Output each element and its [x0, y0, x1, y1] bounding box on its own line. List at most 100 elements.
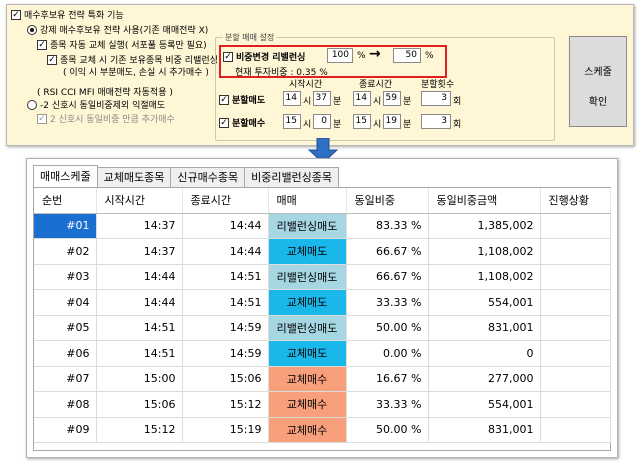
- trade-type-cell[interactable]: 리밸런싱매도: [268, 315, 347, 341]
- table-row[interactable]: #05 14:51 14:59 리밸런싱매도 50.00 % 831,001: [34, 315, 611, 341]
- progress-cell[interactable]: [540, 340, 611, 367]
- row-number-cell[interactable]: #02: [34, 238, 97, 265]
- weight-change-checkbox[interactable]: ✓: [223, 51, 233, 62]
- end-time-cell[interactable]: 15:06: [182, 366, 269, 392]
- trade-type-cell[interactable]: 교체매도: [268, 289, 347, 316]
- equal-weight-amount-cell[interactable]: 0: [428, 340, 541, 367]
- table-row[interactable]: #04 14:44 14:51 교체매도 33.33 % 554,001: [34, 289, 611, 316]
- progress-cell[interactable]: [540, 289, 611, 316]
- start-time-cell[interactable]: 14:44: [96, 264, 183, 290]
- end-time-cell[interactable]: 14:59: [182, 340, 269, 367]
- end-time-cell[interactable]: 14:59: [182, 315, 269, 341]
- split-sell-checkbox[interactable]: ✓: [219, 94, 229, 105]
- weight-to-input[interactable]: 50: [393, 48, 421, 63]
- signal-buy-checkbox[interactable]: ✓: [37, 113, 47, 124]
- end-time-cell[interactable]: 14:51: [182, 289, 269, 316]
- trade-type-cell[interactable]: 리밸런싱매도: [268, 264, 347, 290]
- table-row[interactable]: #08 15:06 15:12 교체매수 33.33 % 554,001: [34, 391, 611, 418]
- row-number-cell[interactable]: #08: [34, 391, 97, 418]
- sell-end-hour-input[interactable]: 14: [353, 91, 371, 106]
- table-row[interactable]: #09 15:12 15:19 교체매수 50.00 % 831,001: [34, 417, 611, 443]
- trade-type-cell[interactable]: 리밸런싱매도: [268, 213, 347, 239]
- end-time-cell[interactable]: 14:51: [182, 264, 269, 290]
- end-time-cell[interactable]: 14:44: [182, 238, 269, 265]
- signal-sell-option[interactable]: -2 신호시 동일비중제외 익절매도: [27, 98, 165, 111]
- equal-weight-cell[interactable]: 33.33 %: [346, 289, 429, 316]
- weight-from-input[interactable]: 100: [327, 48, 353, 63]
- split-buy-checkbox[interactable]: ✓: [219, 117, 229, 128]
- progress-cell[interactable]: [540, 264, 611, 290]
- feature-checkbox[interactable]: ✓: [11, 9, 21, 20]
- table-row[interactable]: #06 14:51 14:59 교체매도 0.00 % 0: [34, 340, 611, 367]
- equal-weight-cell[interactable]: 50.00 %: [346, 315, 429, 341]
- equal-weight-cell[interactable]: 66.67 %: [346, 264, 429, 290]
- progress-cell[interactable]: [540, 315, 611, 341]
- signal-buy-option[interactable]: ✓ 2 신호시 동일비중 만큼 추가매수: [37, 112, 175, 125]
- row-number-cell[interactable]: #07: [34, 366, 97, 392]
- auto-swap-option[interactable]: ✓ 종목 자동 교체 실행( 서포풀 등록만 필요): [37, 38, 207, 51]
- start-time-cell[interactable]: 14:37: [96, 213, 183, 239]
- start-time-cell[interactable]: 15:12: [96, 417, 183, 443]
- equal-weight-amount-cell[interactable]: 831,001: [428, 417, 541, 443]
- sell-count-input[interactable]: 3: [421, 91, 451, 106]
- column-header[interactable]: 동일비중: [346, 188, 429, 214]
- tab-swap-sell-stocks[interactable]: 교체매도종목: [96, 167, 172, 187]
- progress-cell[interactable]: [540, 417, 611, 443]
- buy-end-hour-input[interactable]: 15: [353, 114, 371, 129]
- progress-cell[interactable]: [540, 391, 611, 418]
- column-header[interactable]: 진행상황: [540, 188, 611, 214]
- feature-header[interactable]: ✓ 매수후보유 전략 특화 기능: [11, 8, 124, 21]
- table-row[interactable]: #02 14:37 14:44 교체매도 66.67 % 1,108,002: [34, 238, 611, 265]
- sell-start-min-input[interactable]: 37: [313, 91, 331, 106]
- end-time-cell[interactable]: 14:44: [182, 213, 269, 239]
- progress-cell[interactable]: [540, 238, 611, 265]
- start-time-cell[interactable]: 14:51: [96, 315, 183, 341]
- column-header[interactable]: 동일비중금액: [428, 188, 541, 214]
- progress-cell[interactable]: [540, 366, 611, 392]
- trade-type-cell[interactable]: 교체매도: [268, 238, 347, 265]
- equal-weight-amount-cell[interactable]: 1,108,002: [428, 238, 541, 265]
- trade-type-cell[interactable]: 교체매수: [268, 417, 347, 443]
- schedule-check-button[interactable]: 스케줄 확인: [569, 36, 627, 127]
- tab-new-buy-stocks[interactable]: 신규매수종목: [170, 167, 246, 187]
- sell-end-min-input[interactable]: 59: [383, 91, 401, 106]
- equal-weight-amount-cell[interactable]: 277,000: [428, 366, 541, 392]
- sell-start-hour-input[interactable]: 14: [283, 91, 301, 106]
- row-number-cell[interactable]: #04: [34, 289, 97, 316]
- buy-end-min-input[interactable]: 19: [383, 114, 401, 129]
- equal-weight-cell[interactable]: 16.67 %: [346, 366, 429, 392]
- weight-change-option[interactable]: ✓ 비중변경 리밸런싱: [223, 50, 305, 63]
- split-buy-option[interactable]: ✓ 분할매수: [219, 116, 265, 129]
- column-header[interactable]: 매매: [268, 188, 347, 214]
- table-row[interactable]: #01 14:37 14:44 리밸런싱매도 83.33 % 1,385,002: [34, 213, 611, 239]
- buy-start-hour-input[interactable]: 15: [283, 114, 301, 129]
- start-time-cell[interactable]: 15:00: [96, 366, 183, 392]
- equal-weight-amount-cell[interactable]: 554,001: [428, 289, 541, 316]
- row-number-cell[interactable]: #05: [34, 315, 97, 341]
- rebalance-checkbox[interactable]: ✓: [47, 54, 57, 65]
- start-time-cell[interactable]: 14:51: [96, 340, 183, 367]
- trade-type-cell[interactable]: 교체매수: [268, 366, 347, 392]
- split-sell-option[interactable]: ✓ 분할매도: [219, 93, 265, 106]
- start-time-cell[interactable]: 14:44: [96, 289, 183, 316]
- column-header[interactable]: 시작시간: [96, 188, 183, 214]
- trade-type-cell[interactable]: 교체매수: [268, 391, 347, 418]
- equal-weight-cell[interactable]: 83.33 %: [346, 213, 429, 239]
- signal-sell-radio[interactable]: [27, 99, 37, 110]
- buy-count-input[interactable]: 3: [421, 114, 451, 129]
- equal-weight-amount-cell[interactable]: 554,001: [428, 391, 541, 418]
- equal-weight-amount-cell[interactable]: 1,385,002: [428, 213, 541, 239]
- auto-swap-checkbox[interactable]: ✓: [37, 39, 47, 50]
- equal-weight-amount-cell[interactable]: 1,108,002: [428, 264, 541, 290]
- row-number-cell[interactable]: #03: [34, 264, 97, 290]
- row-number-cell[interactable]: #09: [34, 417, 97, 443]
- buy-start-min-input[interactable]: 0: [313, 114, 331, 129]
- tab-trade-schedule[interactable]: 매매스케줄: [33, 165, 98, 187]
- column-header[interactable]: 종료시간: [182, 188, 269, 214]
- force-strategy-option[interactable]: 강제 매수후보유 전략 사용(기존 매매전략 X): [27, 23, 208, 36]
- force-strategy-radio[interactable]: [27, 24, 37, 35]
- row-number-cell[interactable]: #01: [34, 213, 97, 239]
- equal-weight-cell[interactable]: 50.00 %: [346, 417, 429, 443]
- table-row[interactable]: #07 15:00 15:06 교체매수 16.67 % 277,000: [34, 366, 611, 392]
- start-time-cell[interactable]: 15:06: [96, 391, 183, 418]
